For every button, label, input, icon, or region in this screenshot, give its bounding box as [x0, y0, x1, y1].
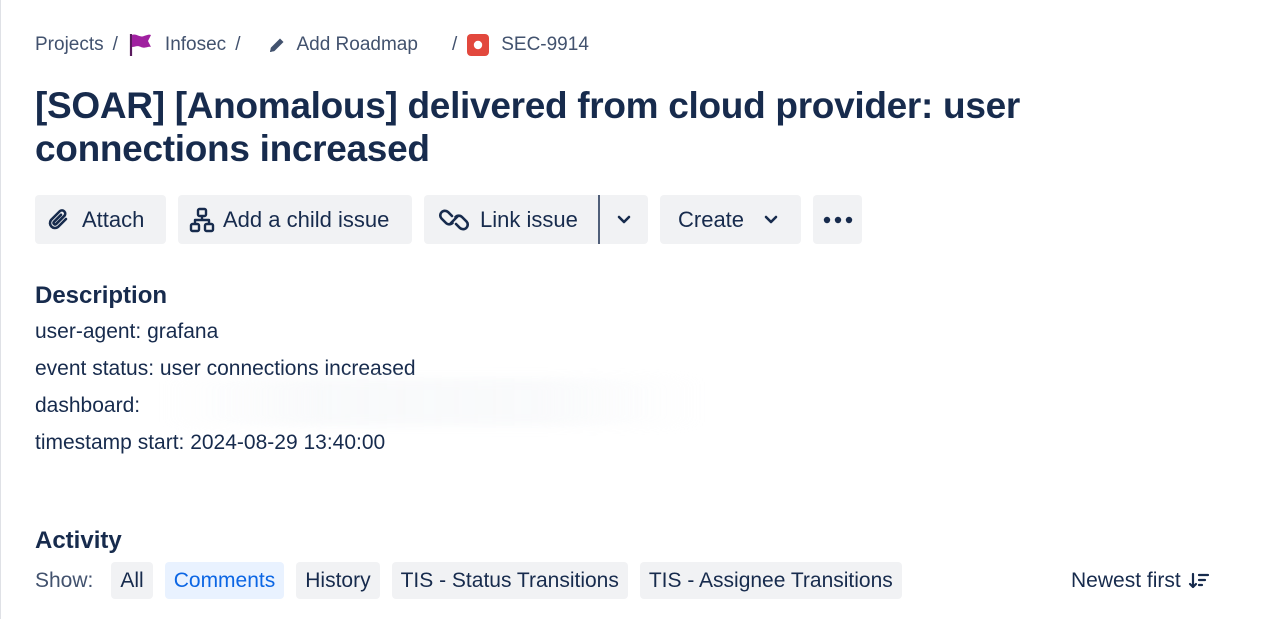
- chevron-down-icon: [764, 215, 778, 225]
- pencil-icon: [267, 35, 287, 55]
- add-child-issue-label: Add a child issue: [223, 206, 390, 232]
- breadcrumb-add-roadmap[interactable]: Add Roadmap: [267, 34, 418, 56]
- attach-label: Attach: [82, 206, 145, 232]
- chevron-down-icon: [617, 215, 631, 225]
- description-line: timestamp start: 2024-08-29 13:40:00: [35, 431, 386, 454]
- filter-tis-status-transitions[interactable]: TIS - Status Transitions: [391, 562, 628, 599]
- sort-order-button[interactable]: Newest first: [1071, 562, 1210, 599]
- paperclip-icon: [46, 207, 72, 233]
- more-actions-button[interactable]: [813, 195, 862, 244]
- redacted-dashboard-link: [160, 378, 705, 426]
- filter-tis-assignee-transitions[interactable]: TIS - Assignee Transitions: [639, 562, 902, 599]
- description-line: dashboard:: [35, 394, 141, 417]
- attach-button[interactable]: Attach: [35, 195, 166, 244]
- breadcrumb-separator: /: [451, 34, 458, 55]
- filter-all[interactable]: All: [111, 562, 153, 599]
- sort-label: Newest first: [1071, 568, 1181, 592]
- issue-title[interactable]: [SOAR] [Anomalous] delivered from cloud …: [35, 84, 1185, 170]
- filter-history[interactable]: History: [296, 562, 380, 599]
- page-left-border: [0, 0, 1, 619]
- create-label: Create: [678, 206, 745, 232]
- issue-toolbar: Attach Add a child issue Link issue Crea…: [35, 195, 862, 244]
- activity-filters: Show: All Comments History TIS - Status …: [35, 562, 914, 599]
- more-icon: [823, 216, 853, 224]
- breadcrumb: Projects / Infosec / Add Roadmap / SEC-9…: [35, 31, 589, 59]
- breadcrumb-issue-key[interactable]: SEC-9914: [467, 34, 589, 56]
- link-issue-dropdown-button[interactable]: [600, 195, 648, 244]
- link-icon: [439, 207, 469, 233]
- description-heading: Description: [35, 282, 168, 309]
- link-issue-button[interactable]: Link issue: [424, 195, 598, 244]
- filter-comments[interactable]: Comments: [164, 562, 285, 599]
- breadcrumb-label: Add Roadmap: [296, 34, 418, 55]
- add-child-issue-button[interactable]: Add a child issue: [178, 195, 412, 244]
- create-button[interactable]: Create: [660, 195, 801, 244]
- breadcrumb-infosec[interactable]: Infosec: [127, 32, 226, 58]
- breadcrumb-label: SEC-9914: [501, 34, 589, 55]
- breadcrumb-separator: /: [235, 34, 241, 55]
- description-line: user-agent: grafana: [35, 320, 219, 343]
- show-label: Show:: [35, 568, 94, 592]
- sort-icon: [1181, 572, 1210, 590]
- flag-icon: [127, 32, 153, 58]
- issue-type-icon: [467, 34, 490, 56]
- breadcrumb-separator: /: [112, 34, 118, 55]
- link-issue-label: Link issue: [480, 206, 578, 232]
- hierarchy-icon: [189, 207, 215, 233]
- breadcrumb-label: Infosec: [164, 34, 227, 55]
- activity-heading: Activity: [35, 527, 122, 554]
- breadcrumb-projects[interactable]: Projects: [35, 34, 104, 56]
